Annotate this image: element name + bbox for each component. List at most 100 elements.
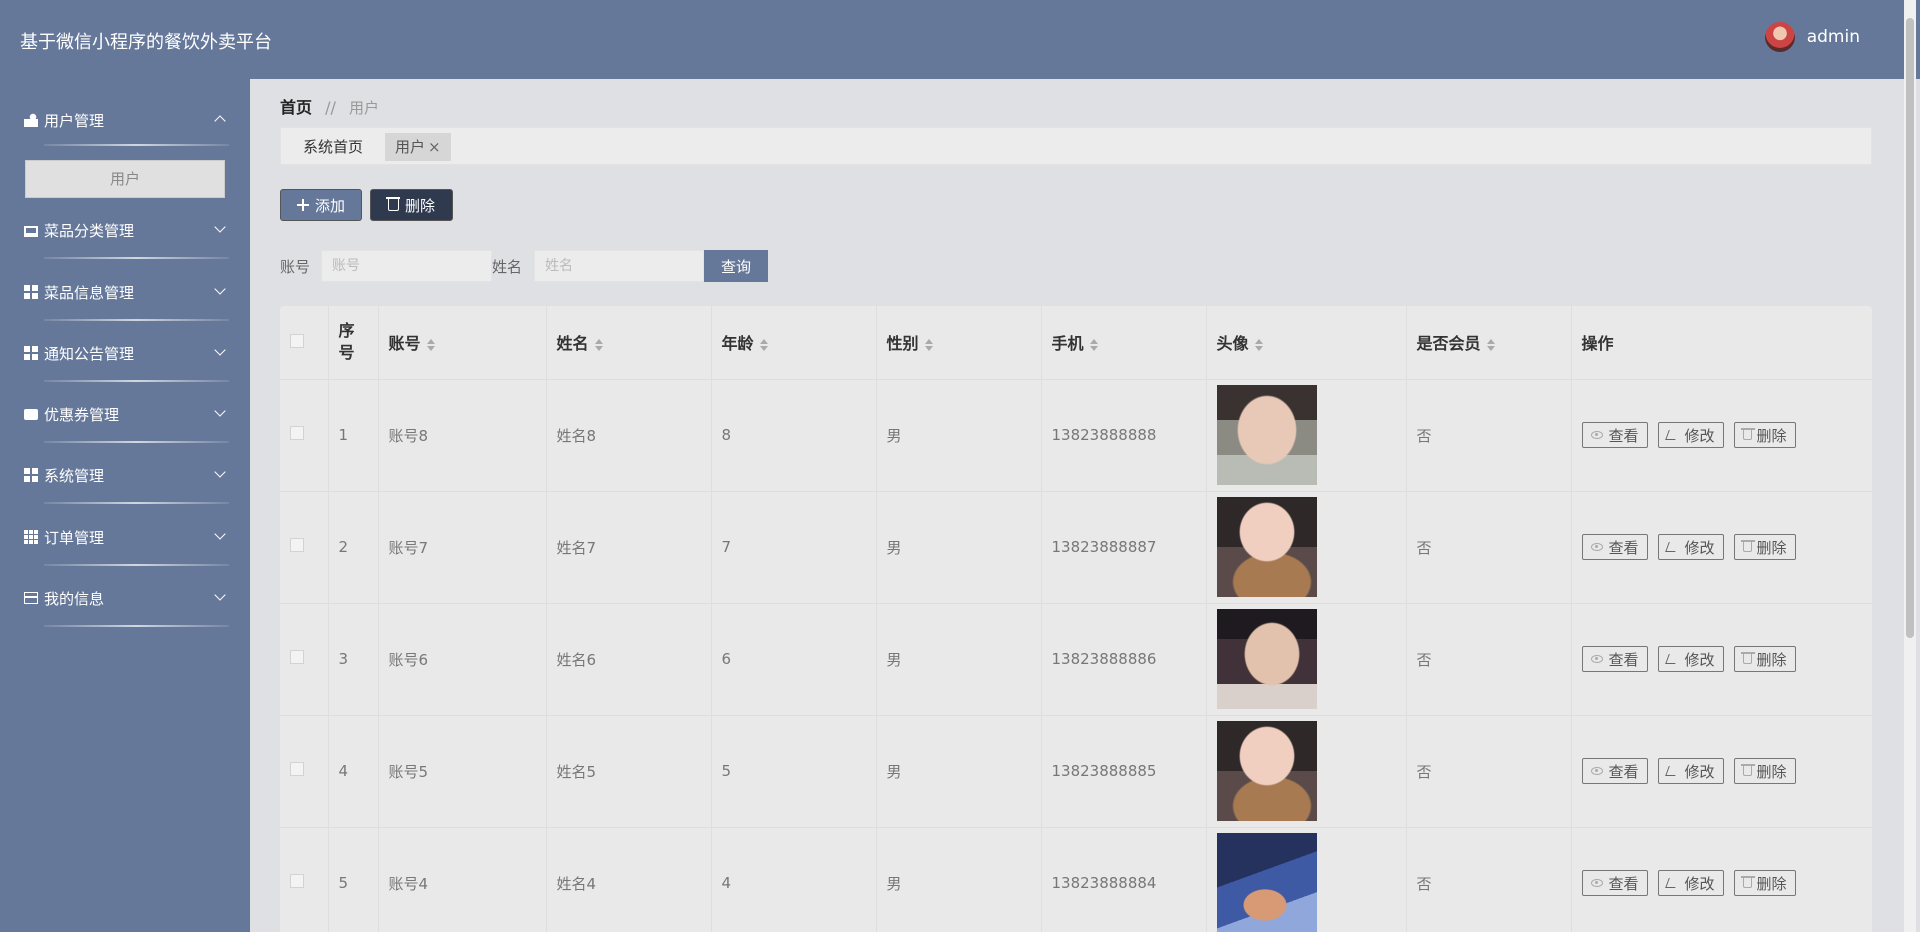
edit-button[interactable]: 修改 — [1657, 646, 1724, 672]
avatar-image[interactable] — [1216, 385, 1317, 485]
cell-avatar — [1206, 827, 1407, 932]
sidebar-item-user-management[interactable]: 用户管理 — [24, 102, 229, 138]
delete-row-button[interactable]: 删除 — [1733, 534, 1796, 560]
username: admin — [1806, 27, 1860, 47]
edit-button[interactable]: 修改 — [1657, 422, 1724, 448]
cell-gender: 男 — [876, 715, 1042, 828]
sort-icon[interactable] — [1089, 338, 1098, 351]
sort-icon[interactable] — [759, 338, 768, 351]
tab-user[interactable]: 用户 × — [385, 133, 451, 161]
chevron-down-icon — [213, 345, 229, 361]
add-button[interactable]: 添加 — [280, 189, 362, 221]
sort-icon[interactable] — [1254, 338, 1263, 351]
delete-row-button[interactable]: 删除 — [1733, 646, 1796, 672]
delete-row-button[interactable]: 删除 — [1733, 422, 1796, 448]
delete-label: 删除 — [1756, 538, 1787, 557]
delete-row-button[interactable]: 删除 — [1733, 758, 1796, 784]
account-search-input[interactable] — [321, 250, 492, 282]
sort-icon[interactable] — [426, 338, 435, 351]
sidebar-item-dish-category[interactable]: 菜品分类管理 — [24, 212, 229, 248]
cell-gender: 男 — [876, 603, 1042, 716]
cell-avatar — [1206, 379, 1407, 492]
breadcrumb-current: 用户 — [348, 99, 379, 117]
cell-member: 否 — [1406, 491, 1572, 604]
header-label: 手机 — [1051, 334, 1084, 354]
header-label: 年龄 — [721, 334, 754, 354]
header-avatar[interactable]: 头像 — [1206, 306, 1407, 380]
trash-icon — [1740, 540, 1755, 552]
table-row: 4 账号5 姓名5 5 男 13823888885 否 查看 修改 删除 — [280, 715, 1872, 828]
cell-account: 账号5 — [378, 715, 547, 828]
header-index: 序号 — [328, 306, 379, 380]
sidebar-item-notice[interactable]: 通知公告管理 — [24, 335, 229, 371]
row-checkbox[interactable] — [290, 650, 304, 664]
menu-divider — [44, 380, 229, 382]
close-icon[interactable]: × — [428, 138, 441, 156]
delete-row-button[interactable]: 删除 — [1733, 870, 1796, 896]
breadcrumb-home[interactable]: 首页 — [280, 98, 312, 117]
row-checkbox[interactable] — [290, 762, 304, 776]
avatar-image[interactable] — [1216, 609, 1317, 709]
header-age[interactable]: 年龄 — [711, 306, 877, 380]
cell-member: 否 — [1406, 827, 1572, 932]
avatar-image[interactable] — [1216, 721, 1317, 821]
row-checkbox[interactable] — [290, 538, 304, 552]
sidebar-item-my-info[interactable]: 我的信息 — [24, 580, 229, 616]
view-button[interactable]: 查看 — [1581, 534, 1648, 560]
cell-actions: 查看 修改 删除 — [1571, 715, 1872, 828]
sidebar-subitem-user[interactable]: 用户 — [25, 160, 225, 198]
view-button[interactable]: 查看 — [1581, 422, 1648, 448]
sidebar-item-label: 系统管理 — [44, 466, 105, 485]
chevron-down-icon — [213, 222, 229, 238]
row-checkbox[interactable] — [290, 426, 304, 440]
edit-button[interactable]: 修改 — [1657, 534, 1724, 560]
user-menu[interactable]: admin — [1764, 22, 1860, 52]
view-button[interactable]: 查看 — [1581, 646, 1648, 672]
breadcrumb-separator: // — [325, 98, 336, 117]
edit-label: 修改 — [1684, 538, 1715, 557]
breadcrumb: 首页 // 用户 — [280, 94, 379, 118]
cell-phone: 13823888888 — [1041, 379, 1207, 492]
edit-button[interactable]: 修改 — [1657, 870, 1724, 896]
sidebar-item-label: 菜品信息管理 — [44, 283, 135, 302]
cell-name: 姓名5 — [546, 715, 712, 828]
sidebar-item-dish-info[interactable]: 菜品信息管理 — [24, 274, 229, 310]
row-checkbox[interactable] — [290, 874, 304, 888]
sidebar-item-orders[interactable]: 订单管理 — [24, 519, 229, 555]
sidebar-item-label: 通知公告管理 — [44, 344, 135, 363]
sidebar-item-label: 菜品分类管理 — [44, 221, 135, 240]
avatar-image[interactable] — [1216, 833, 1317, 932]
cell-index: 4 — [328, 715, 379, 828]
edit-label: 修改 — [1684, 650, 1715, 669]
header-name[interactable]: 姓名 — [546, 306, 712, 380]
delete-button[interactable]: 删除 — [370, 189, 453, 221]
grid-icon — [24, 346, 38, 360]
query-button[interactable]: 查询 — [704, 250, 768, 282]
view-button[interactable]: 查看 — [1581, 758, 1648, 784]
sort-icon[interactable] — [924, 338, 933, 351]
scrollbar-thumb[interactable] — [1906, 18, 1914, 638]
cell-name: 姓名8 — [546, 379, 712, 492]
cell-age: 7 — [711, 491, 877, 604]
sort-icon[interactable] — [594, 338, 603, 351]
header-member[interactable]: 是否会员 — [1406, 306, 1572, 380]
view-button[interactable]: 查看 — [1581, 870, 1648, 896]
table-header-row: 序号 账号 姓名 年龄 性别 手机 头像 是否会员 操作 — [280, 306, 1872, 380]
avatar-image[interactable] — [1216, 497, 1317, 597]
header-gender[interactable]: 性别 — [876, 306, 1042, 380]
cell-phone: 13823888884 — [1041, 827, 1207, 932]
tab-label: 用户 — [395, 138, 426, 156]
header-account[interactable]: 账号 — [378, 306, 547, 380]
sidebar-item-system[interactable]: 系统管理 — [24, 457, 229, 493]
name-search-input[interactable] — [534, 250, 704, 282]
select-all-checkbox[interactable] — [290, 333, 304, 348]
grid-icon — [24, 285, 38, 299]
tab-home[interactable]: 系统首页 — [293, 133, 373, 161]
edit-button[interactable]: 修改 — [1657, 758, 1724, 784]
sidebar-item-coupon[interactable]: 优惠券管理 — [24, 396, 229, 432]
delete-label: 删除 — [1756, 874, 1787, 893]
header-phone[interactable]: 手机 — [1041, 306, 1207, 380]
add-button-label: 添加 — [314, 196, 345, 215]
sort-icon[interactable] — [1486, 338, 1495, 351]
sidebar: 用户管理 用户 菜品分类管理 菜品信息管理 通知公告管理 优惠券管理 系统管理 … — [0, 79, 250, 932]
